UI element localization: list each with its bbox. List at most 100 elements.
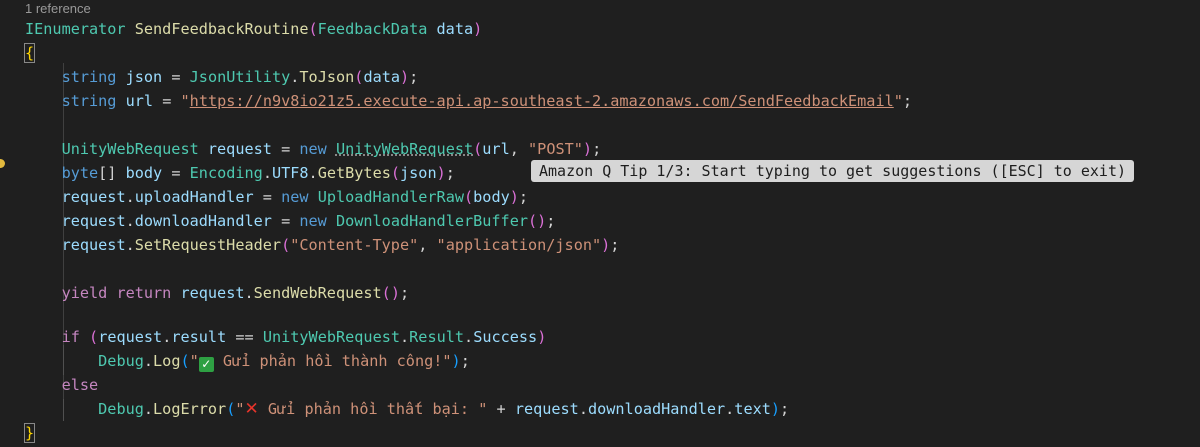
- token: else: [61, 376, 99, 394]
- cross-mark-icon: ✕: [244, 399, 259, 419]
- token: new: [299, 140, 327, 158]
- token: Log: [153, 352, 181, 370]
- token: IEnumerator: [25, 20, 126, 38]
- token: text: [734, 400, 771, 418]
- token: Debug: [98, 400, 144, 418]
- token: downloadHandler: [587, 400, 726, 418]
- token: ): [770, 400, 781, 418]
- token: ": [893, 92, 903, 110]
- code-line: yield return request.SendWebRequest();: [25, 281, 410, 305]
- token: if: [61, 328, 80, 346]
- token: request: [207, 140, 272, 158]
- token: (: [464, 188, 474, 206]
- token: UnityWebRequest: [335, 140, 474, 158]
- token: (: [473, 140, 483, 158]
- code-line: else: [25, 373, 99, 397]
- url-link[interactable]: https://n9v8io21z5.execute-api.ap-southe…: [190, 92, 894, 110]
- token: string: [61, 68, 117, 86]
- token: UnityWebRequest: [61, 140, 199, 158]
- code-line: }: [23, 421, 36, 445]
- code-line: string url = "https://n9v8io21z5.execute…: [25, 89, 912, 113]
- token: .: [125, 212, 135, 230]
- token: SendFeedbackRoutine: [134, 20, 309, 38]
- token: ;: [592, 140, 602, 158]
- token: Result: [409, 328, 465, 346]
- token: .: [125, 236, 135, 254]
- token: =: [262, 188, 272, 206]
- token: url: [125, 92, 154, 110]
- token: LogError: [153, 400, 227, 418]
- check-mark-icon: ✓: [198, 357, 214, 372]
- code-editor[interactable]: 1 reference IEnumerator SendFeedbackRout…: [0, 0, 1200, 447]
- token: new: [281, 188, 309, 206]
- token: UTF8: [271, 164, 309, 182]
- token: Encoding: [189, 164, 263, 182]
- token: DownloadHandlerBuffer: [335, 212, 528, 230]
- token: Gửi phản hồi thất bại: ": [258, 400, 488, 418]
- token: =: [162, 92, 172, 110]
- token: json: [400, 164, 437, 182]
- token: (: [281, 236, 291, 254]
- token: +: [496, 400, 506, 418]
- token: (: [390, 164, 401, 182]
- token: .: [578, 400, 588, 418]
- token: ): [509, 188, 519, 206]
- amazon-q-tip-tooltip: Amazon Q Tip 1/3: Start typing to get su…: [531, 160, 1134, 182]
- token: ": [189, 352, 199, 370]
- token: ,: [418, 236, 428, 254]
- token: ): [582, 140, 593, 158]
- code-line: IEnumerator SendFeedbackRoutine(Feedback…: [25, 17, 482, 41]
- token: (: [308, 20, 318, 38]
- token: =: [281, 212, 291, 230]
- token: ;: [409, 68, 419, 86]
- codelens-references[interactable]: 1 reference: [25, 0, 91, 18]
- token: Gửi phản hồi thành công!": [213, 352, 452, 370]
- token: downloadHandler: [134, 212, 272, 230]
- token: body: [473, 188, 510, 206]
- token: request: [61, 236, 126, 254]
- code-line: request.downloadHandler = new DownloadHa…: [25, 209, 556, 233]
- token: ;: [546, 212, 556, 230]
- lightbulb-icon[interactable]: [0, 159, 5, 168]
- token: "POST": [528, 140, 583, 158]
- token: .: [143, 400, 154, 418]
- token: ;: [445, 164, 455, 182]
- token: ): [537, 328, 547, 346]
- code-line: UnityWebRequest request = new UnityWebRe…: [25, 137, 602, 161]
- token: (: [89, 328, 99, 346]
- token: .: [143, 352, 154, 370]
- token: .: [308, 164, 318, 182]
- token: request: [180, 284, 245, 302]
- token: "Content-Type": [290, 236, 419, 254]
- code-line: byte[] body = Encoding.UTF8.GetBytes(jso…: [25, 161, 455, 185]
- token: ;: [399, 284, 410, 302]
- token: uploadHandler: [134, 188, 254, 206]
- token: .: [262, 164, 272, 182]
- token: ;: [518, 188, 529, 206]
- token: SetRequestHeader: [134, 236, 282, 254]
- token: request: [98, 328, 163, 346]
- token: body: [125, 164, 163, 182]
- code-line: string json = JsonUtility.ToJson(data);: [25, 65, 419, 89]
- token: ToJson: [299, 68, 355, 86]
- token: ): [436, 164, 446, 182]
- token: data: [363, 68, 401, 86]
- code-line: if (request.result == UnityWebRequest.Re…: [25, 325, 547, 349]
- token: byte: [61, 164, 99, 182]
- token: result: [171, 328, 227, 346]
- token: return: [116, 284, 172, 302]
- token: ;: [610, 236, 620, 254]
- token: string: [61, 92, 117, 110]
- code-line: Debug.Log(" ✓ Gửi phản hồi thành công!");: [25, 349, 470, 373]
- token: (): [381, 284, 400, 302]
- token: .: [464, 328, 474, 346]
- token: UnityWebRequest: [262, 328, 400, 346]
- token: {: [23, 43, 36, 63]
- token: data: [436, 20, 474, 38]
- token: FeedbackData: [317, 20, 428, 38]
- token: =: [171, 164, 181, 182]
- token: ": [235, 400, 245, 418]
- token: ,: [509, 140, 519, 158]
- code-line: {: [23, 41, 36, 65]
- token: JsonUtility: [189, 68, 291, 86]
